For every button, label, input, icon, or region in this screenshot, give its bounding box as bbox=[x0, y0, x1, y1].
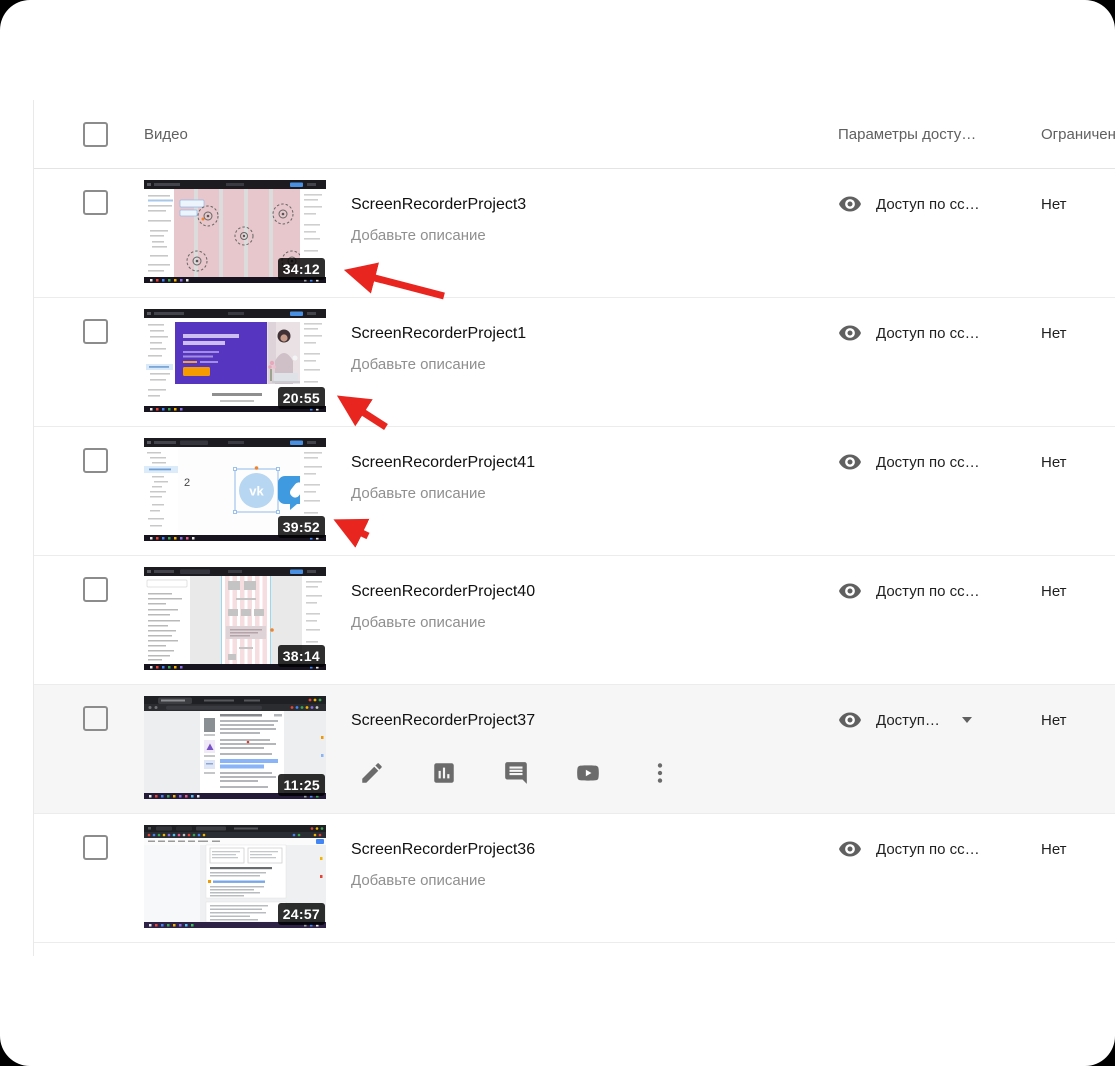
access-cell[interactable]: Доступ по сс… bbox=[838, 321, 980, 345]
video-manager-page: Видео Параметры досту… Ограничения bbox=[0, 0, 1115, 1066]
access-value: Доступ по сс… bbox=[876, 196, 980, 213]
video-description-placeholder[interactable]: Добавьте описание bbox=[351, 227, 526, 245]
youtube-icon bbox=[575, 760, 601, 786]
video-title[interactable]: ScreenRecorderProject36 bbox=[351, 840, 535, 859]
table-row: 20:55 ScreenRecorderProject1 Добавьте оп… bbox=[34, 298, 1115, 427]
row-checkbox[interactable] bbox=[83, 577, 108, 602]
table-row: 34:12 ScreenRecorderProject3 Добавьте оп… bbox=[34, 169, 1115, 298]
video-description-placeholder[interactable]: Добавьте описание bbox=[351, 485, 535, 503]
video-description-placeholder[interactable]: Добавьте описание bbox=[351, 356, 526, 374]
video-title[interactable]: ScreenRecorderProject37 bbox=[351, 711, 535, 730]
row-checkbox[interactable] bbox=[83, 448, 108, 473]
row-checkbox[interactable] bbox=[83, 190, 108, 215]
restrictions-value: Нет bbox=[1041, 325, 1067, 342]
row-action-buttons bbox=[359, 760, 673, 786]
visibility-eye-icon bbox=[838, 579, 862, 603]
video-description-placeholder[interactable]: Добавьте описание bbox=[351, 614, 535, 632]
video-thumbnail[interactable]: 20:55 bbox=[144, 309, 326, 412]
videos-table: Видео Параметры досту… Ограничения bbox=[33, 100, 1115, 956]
access-dropdown[interactable]: Доступ… bbox=[838, 708, 972, 732]
video-title[interactable]: ScreenRecorderProject3 bbox=[351, 195, 526, 214]
table-header-row: Видео Параметры досту… Ограничения bbox=[34, 100, 1115, 169]
row-checkbox[interactable] bbox=[83, 706, 108, 731]
column-header-video: Видео bbox=[144, 126, 188, 143]
access-cell[interactable]: Доступ по сс… bbox=[838, 837, 980, 861]
video-thumbnail[interactable]: 2 vk bbox=[144, 438, 326, 541]
restrictions-value: Нет bbox=[1041, 454, 1067, 471]
restrictions-value: Нет bbox=[1041, 196, 1067, 213]
duration-badge: 38:14 bbox=[278, 645, 325, 667]
restrictions-value: Нет bbox=[1041, 583, 1067, 600]
duration-badge: 39:52 bbox=[278, 516, 325, 538]
video-thumbnail[interactable]: 38:14 bbox=[144, 567, 326, 670]
access-value: Доступ по сс… bbox=[876, 583, 980, 600]
access-value: Доступ по сс… bbox=[876, 454, 980, 471]
column-header-restrictions: Ограничения bbox=[1041, 126, 1115, 143]
access-value: Доступ… bbox=[876, 712, 940, 729]
duration-badge: 11:25 bbox=[278, 774, 325, 796]
more-actions-button[interactable] bbox=[647, 760, 673, 786]
duration-badge: 34:12 bbox=[278, 258, 325, 280]
table-row: 24:57 ScreenRecorderProject36 Добавьте о… bbox=[34, 814, 1115, 943]
video-title[interactable]: ScreenRecorderProject41 bbox=[351, 453, 535, 472]
access-cell[interactable]: Доступ по сс… bbox=[838, 450, 980, 474]
restrictions-value: Нет bbox=[1041, 841, 1067, 858]
access-cell[interactable]: Доступ по сс… bbox=[838, 192, 980, 216]
visibility-eye-icon bbox=[838, 192, 862, 216]
visibility-eye-icon bbox=[838, 321, 862, 345]
more-vert-icon bbox=[647, 760, 673, 786]
table-row: 2 vk bbox=[34, 427, 1115, 556]
duration-badge: 24:57 bbox=[278, 903, 325, 925]
video-description-placeholder[interactable]: Добавьте описание bbox=[351, 872, 535, 890]
svg-text:vk: vk bbox=[249, 484, 264, 499]
svg-text:2: 2 bbox=[184, 477, 190, 489]
edit-video-button[interactable] bbox=[359, 760, 385, 786]
visibility-eye-icon bbox=[838, 837, 862, 861]
analytics-button[interactable] bbox=[431, 760, 457, 786]
table-row-hovered: 11:25 ScreenRecorderProject37 bbox=[34, 685, 1115, 814]
column-header-access: Параметры досту… bbox=[838, 126, 976, 143]
visibility-eye-icon bbox=[838, 708, 862, 732]
row-checkbox[interactable] bbox=[83, 835, 108, 860]
video-title[interactable]: ScreenRecorderProject40 bbox=[351, 582, 535, 601]
restrictions-value: Нет bbox=[1041, 712, 1067, 729]
video-title[interactable]: ScreenRecorderProject1 bbox=[351, 324, 526, 343]
access-value: Доступ по сс… bbox=[876, 325, 980, 342]
table-row: 38:14 ScreenRecorderProject40 Добавьте о… bbox=[34, 556, 1115, 685]
video-thumbnail[interactable]: 34:12 bbox=[144, 180, 326, 283]
comments-button[interactable] bbox=[503, 760, 529, 786]
access-cell[interactable]: Доступ по сс… bbox=[838, 579, 980, 603]
select-all-checkbox[interactable] bbox=[83, 122, 108, 147]
visibility-eye-icon bbox=[838, 450, 862, 474]
chevron-down-icon bbox=[962, 717, 972, 723]
row-checkbox[interactable] bbox=[83, 319, 108, 344]
watch-on-youtube-button[interactable] bbox=[575, 760, 601, 786]
video-thumbnail[interactable]: 24:57 bbox=[144, 825, 326, 928]
video-thumbnail[interactable]: 11:25 bbox=[144, 696, 326, 799]
bar-chart-icon bbox=[431, 760, 457, 786]
access-value: Доступ по сс… bbox=[876, 841, 980, 858]
pencil-icon bbox=[359, 760, 385, 786]
comment-icon bbox=[503, 760, 529, 786]
duration-badge: 20:55 bbox=[278, 387, 325, 409]
